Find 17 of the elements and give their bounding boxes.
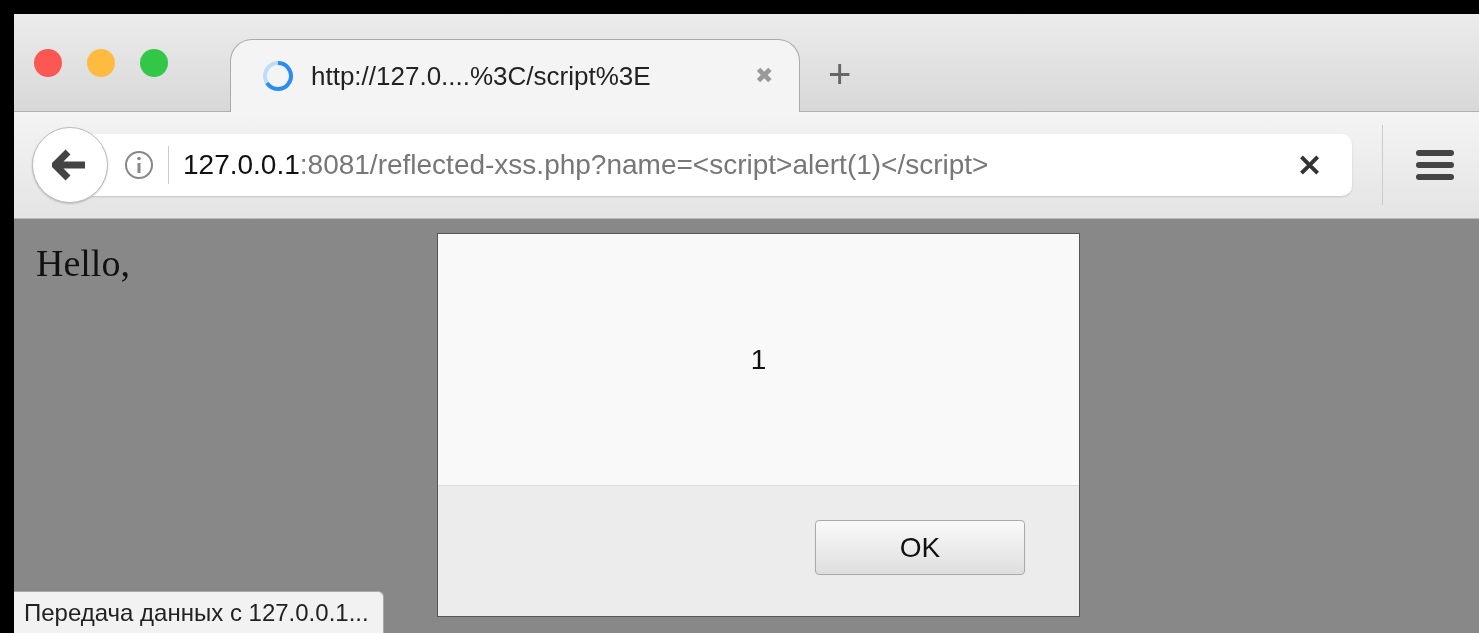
stop-button[interactable]: ✕ bbox=[1291, 147, 1328, 183]
window-button-icon[interactable] bbox=[34, 49, 62, 77]
new-tab-button[interactable]: + bbox=[822, 52, 858, 97]
page-text: Hello, bbox=[36, 241, 131, 285]
spinner-icon bbox=[261, 59, 295, 93]
menu-button[interactable] bbox=[1382, 125, 1455, 205]
browser-tab[interactable]: http://127.0....%3C/script%3E ✖ bbox=[230, 39, 800, 112]
window-button-icon[interactable] bbox=[140, 49, 168, 77]
url-field[interactable]: 127.0.0.1:8081/reflected-xss.php?name=<script>alert(1)</script> ✕ bbox=[92, 134, 1352, 196]
window-button-icon[interactable] bbox=[87, 49, 115, 77]
back-arrow-icon bbox=[52, 149, 88, 181]
info-icon bbox=[124, 150, 154, 180]
tab-title: http://127.0....%3C/script%3E bbox=[311, 60, 652, 92]
alert-message: 1 bbox=[750, 343, 767, 376]
status-tooltip: Передача данных с 127.0.0.1... bbox=[14, 591, 384, 633]
ok-button[interactable]: OK bbox=[815, 520, 1025, 575]
menu-icon bbox=[1415, 148, 1455, 182]
